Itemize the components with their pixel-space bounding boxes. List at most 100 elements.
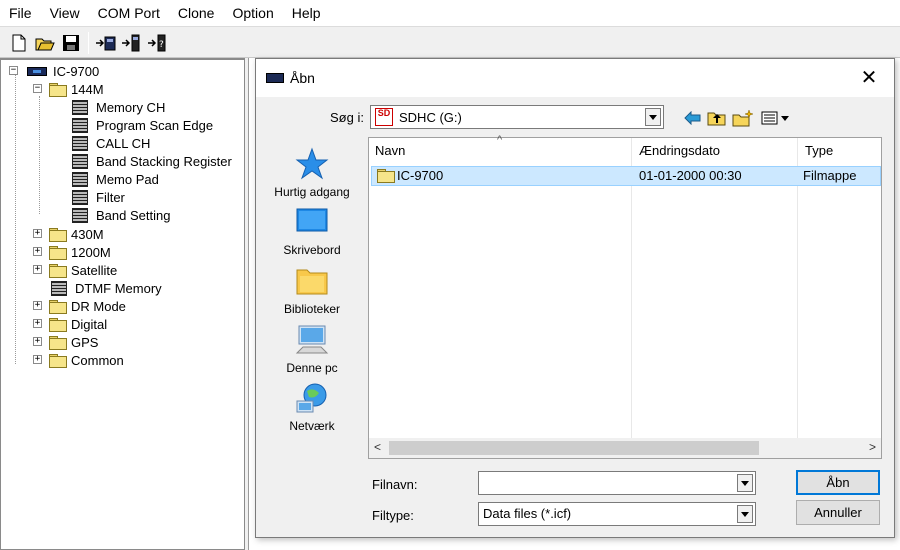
tree-item-program-scan-edge[interactable]: Program Scan Edge [72,116,213,134]
tree-label: CALL CH [96,135,151,151]
column-header-type[interactable]: Type [799,138,883,164]
scroll-left-icon[interactable]: < [374,440,381,454]
up-folder-button[interactable] [706,107,728,129]
open-button[interactable]: Åbn [796,470,880,495]
folder-icon [49,335,67,350]
filename-input[interactable] [478,471,756,495]
scrollbar-thumb[interactable] [389,441,759,455]
expand-toggle[interactable]: + [33,355,42,364]
place-desktop[interactable]: Skrivebord [266,205,358,257]
folder-icon [49,317,67,332]
new-file-button[interactable] [8,32,30,54]
view-menu-button[interactable] [760,107,792,129]
tree-item-band-setting[interactable]: Band Setting [72,206,170,224]
tree-item-144m[interactable]: − 144M [33,80,104,98]
cancel-button[interactable]: Annuller [796,500,880,525]
tree-label: DR Mode [71,298,126,314]
expand-toggle[interactable]: + [33,337,42,346]
horizontal-scrollbar[interactable]: < > [369,438,881,458]
tree-label: Band Setting [96,207,171,223]
read-from-radio-button[interactable] [121,32,143,54]
place-label: Biblioteker [283,302,341,316]
tree-item-dtmf-memory[interactable]: DTMF Memory [51,279,162,297]
memory-grid-icon [72,99,88,115]
tree-label: Memo Pad [96,171,159,187]
network-globe-icon [296,383,327,413]
look-in-value: SDHC (G:) [399,109,462,125]
tree-item-band-stacking-register[interactable]: Band Stacking Register [72,152,232,170]
menu-bar: File View COM Port Clone Option Help [0,0,900,27]
memory-grid-icon [72,117,88,133]
tree-item-430m[interactable]: +430M [33,225,104,243]
chevron-down-icon[interactable] [645,108,661,126]
open-file-button[interactable] [34,32,56,54]
menu-option[interactable]: Option [223,0,282,27]
column-header-date[interactable]: Ændringsdato [633,138,797,164]
open-file-dialog: Åbn ✕ Søg i: SD SDHC (G:) Hurtig adgang … [255,58,895,538]
file-list: ^ Navn Ændringsdato Type IC-9700 01-01-2… [368,134,883,459]
chevron-down-icon[interactable] [737,474,753,492]
memory-grid-icon [72,207,88,223]
collapse-toggle[interactable]: − [33,84,42,93]
memory-grid-icon [72,171,88,187]
place-libraries[interactable]: Biblioteker [266,264,358,316]
folder-icon [49,353,67,368]
filetype-label: Filtype: [372,508,414,523]
save-button[interactable] [60,32,82,54]
toolbar: ? [0,28,900,58]
channel-tree: − IC-9700 − 144M Memory CH Program Scan … [0,58,245,550]
dialog-title-bar[interactable]: Åbn ✕ [256,59,894,97]
menu-com-port[interactable]: COM Port [89,0,169,27]
new-folder-button[interactable] [732,107,754,129]
tree-item-dr-mode[interactable]: + DR Mode [33,297,126,315]
tree-item-memo-pad[interactable]: Memo Pad [72,170,159,188]
new-file-icon [12,34,26,52]
back-button[interactable] [682,107,704,129]
clone-radio-button[interactable]: ? [147,32,169,54]
filename-label: Filnavn: [372,477,418,492]
tree-item-1200m[interactable]: +1200M [33,243,111,261]
tree-item-satellite[interactable]: + Satellite [33,261,117,279]
expand-toggle[interactable]: + [33,265,42,274]
tree-item-common[interactable]: + Common [33,351,124,369]
tree-item-call-ch[interactable]: CALL CH [72,134,150,152]
tree-item-memory-ch[interactable]: Memory CH [72,98,165,116]
place-label: Hurtig adgang [274,185,350,199]
place-label: Denne pc [286,361,338,375]
tree-label: Common [71,352,124,368]
toolbar-separator [88,32,89,54]
menu-file[interactable]: File [0,0,41,27]
filetype-dropdown[interactable]: Data files (*.icf) [478,502,756,526]
tree-item-root[interactable]: − IC-9700 [9,62,99,80]
menu-view[interactable]: View [41,0,89,27]
expand-toggle[interactable]: + [33,247,42,256]
expand-toggle[interactable]: + [33,229,42,238]
place-this-pc[interactable]: Denne pc [266,323,358,375]
memory-grid-icon [72,153,88,169]
tree-label: Digital [71,316,108,332]
tree-item-digital[interactable]: + Digital [33,315,107,333]
file-date-cell: 01-01-2000 00:30 [639,168,742,183]
expand-toggle[interactable]: + [33,301,42,310]
menu-help[interactable]: Help [283,0,330,27]
collapse-toggle[interactable]: − [9,66,18,75]
tree-line [39,96,40,214]
tree-item-filter[interactable]: Filter [72,188,125,206]
tree-item-gps[interactable]: + GPS [33,333,98,351]
close-icon[interactable]: ✕ [858,67,880,89]
svg-text:?: ? [159,40,164,50]
write-to-radio-button[interactable] [95,32,117,54]
column-header-name[interactable]: Navn [369,138,631,164]
place-label: Skrivebord [283,243,341,257]
place-network[interactable]: Netværk [266,381,358,433]
scroll-right-icon[interactable]: > [869,440,876,454]
menu-clone[interactable]: Clone [169,0,224,27]
place-quick-access[interactable]: Hurtig adgang [266,147,358,199]
expand-toggle[interactable]: + [33,319,42,328]
tree-label: 430M [71,226,104,242]
save-disk-icon [63,35,79,51]
chevron-down-icon[interactable] [737,505,753,523]
folder-icon [49,263,67,278]
radio-icon [27,66,47,76]
look-in-dropdown[interactable]: SD SDHC (G:) [370,105,664,129]
